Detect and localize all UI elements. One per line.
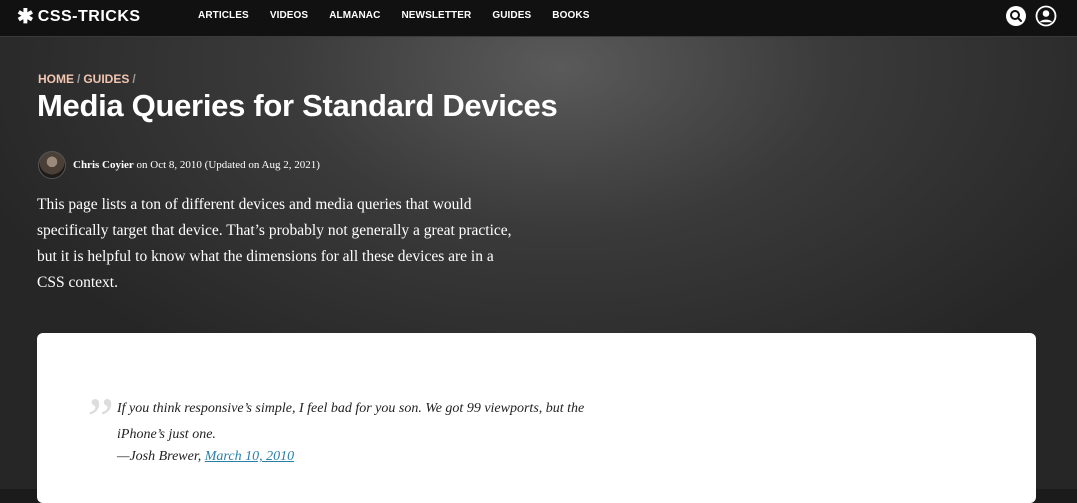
breadcrumb-guides[interactable]: GUIDES: [83, 72, 129, 86]
quote-citation: —Josh Brewer, March 10, 2010: [117, 449, 294, 465]
byline: Chris Coyier on Oct 8, 2010 (Updated on …: [38, 151, 320, 179]
account-button[interactable]: [1035, 5, 1057, 27]
quote-date-link[interactable]: March 10, 2010: [205, 449, 294, 464]
article-intro: This page lists a ton of different devic…: [37, 196, 512, 291]
nav-newsletter[interactable]: NEWSLETTER: [401, 10, 471, 21]
breadcrumb: HOME / GUIDES /: [38, 72, 139, 86]
nav-videos[interactable]: VIDEOS: [270, 10, 308, 21]
quote-mark-icon: ”: [81, 386, 115, 452]
top-navigation-bar: ✱ CSS-TRICKS ARTICLES VIDEOS ALMANAC NEW…: [0, 0, 1077, 37]
publish-meta: on Oct 8, 2010 (Updated on Aug 2, 2021): [136, 159, 320, 171]
author-avatar[interactable]: [38, 151, 66, 179]
nav-guides[interactable]: GUIDES: [492, 10, 531, 21]
breadcrumb-separator: /: [132, 72, 136, 86]
quote-attribution: —Josh Brewer,: [117, 449, 202, 464]
nav-books[interactable]: BOOKS: [552, 10, 589, 21]
main-nav: ARTICLES VIDEOS ALMANAC NEWSLETTER GUIDE…: [198, 10, 610, 21]
site-logo[interactable]: ✱ CSS-TRICKS: [17, 6, 141, 28]
breadcrumb-separator: /: [77, 72, 81, 86]
asterisk-icon: ✱: [17, 6, 34, 28]
breadcrumb-home[interactable]: HOME: [38, 72, 74, 86]
nav-almanac[interactable]: ALMANAC: [329, 10, 380, 21]
blockquote-text: If you think responsive’s simple, I feel…: [117, 401, 585, 442]
nav-articles[interactable]: ARTICLES: [198, 10, 249, 21]
content-card: ” If you think responsive’s simple, I fe…: [37, 333, 1036, 503]
author-link[interactable]: Chris Coyier: [73, 159, 134, 171]
user-icon: [1035, 5, 1057, 27]
search-icon: [1006, 6, 1026, 26]
search-button[interactable]: [1005, 5, 1027, 27]
logo-text: CSS-TRICKS: [37, 8, 141, 25]
page-title: Media Queries for Standard Devices: [37, 88, 558, 123]
